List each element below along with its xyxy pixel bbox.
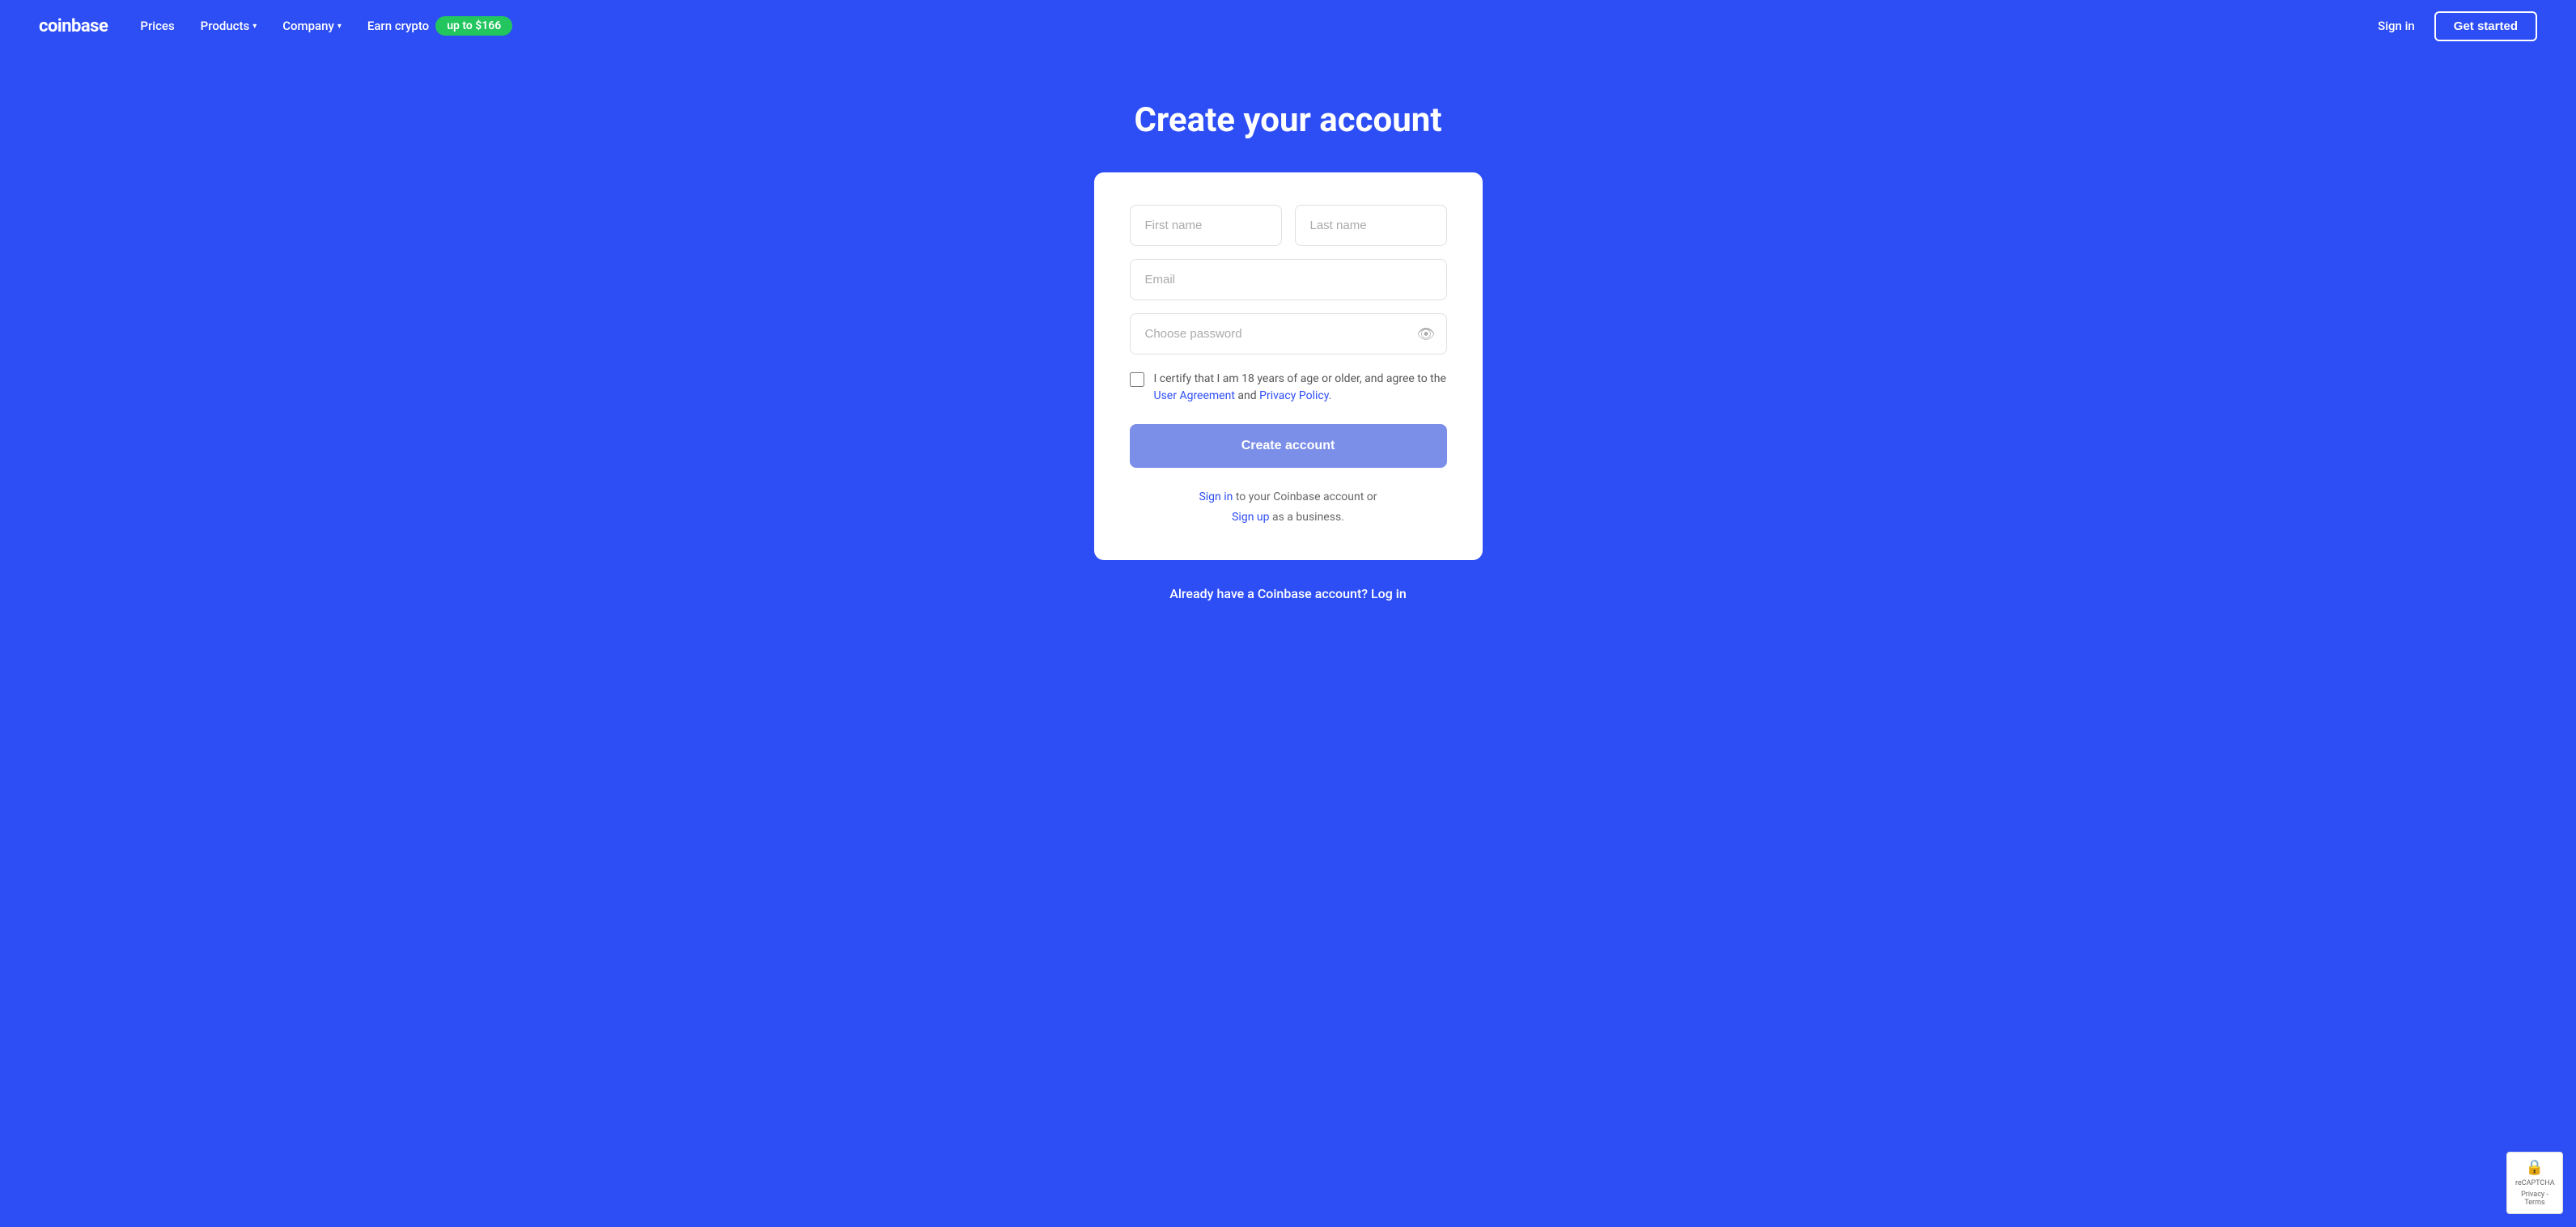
create-account-button[interactable]: Create account <box>1130 424 1447 468</box>
navbar-right: Sign in Get started <box>2378 11 2537 41</box>
email-input[interactable] <box>1130 259 1447 300</box>
chevron-down-icon: ▾ <box>253 22 257 31</box>
password-row: 👁 <box>1130 313 1447 355</box>
signup-form-card: 👁 I certify that I am 18 years of age or… <box>1094 172 1483 560</box>
form-footer: Sign in to your Coinbase account or Sign… <box>1130 487 1447 528</box>
privacy-policy-link[interactable]: Privacy Policy <box>1259 389 1328 402</box>
recaptcha-subtext: Privacy - Terms <box>2515 1191 2554 1207</box>
nav-products[interactable]: Products ▾ <box>201 19 257 33</box>
password-toggle-icon[interactable]: 👁 <box>1417 325 1436 342</box>
footer-signup-link[interactable]: Sign up <box>1232 511 1269 524</box>
email-row <box>1130 259 1447 300</box>
earn-crypto-amount: up to $166 <box>435 16 512 36</box>
chevron-down-icon: ▾ <box>337 22 342 31</box>
bottom-login-text[interactable]: Already have a Coinbase account? Log in <box>1169 586 1407 601</box>
signin-link[interactable]: Sign in <box>2378 19 2415 33</box>
terms-checkbox-row: I certify that I am 18 years of age or o… <box>1130 371 1447 405</box>
nav-prices[interactable]: Prices <box>140 19 174 33</box>
navbar: coinbase Prices Products ▾ Company ▾ Ear… <box>0 0 2576 52</box>
main-content: Create your account 👁 I certify that I a… <box>0 52 2576 601</box>
terms-label: I certify that I am 18 years of age or o… <box>1154 371 1446 405</box>
nav-company[interactable]: Company ▾ <box>282 19 342 33</box>
get-started-button[interactable]: Get started <box>2434 11 2537 41</box>
terms-checkbox[interactable] <box>1130 372 1144 387</box>
footer-signin-link[interactable]: Sign in <box>1199 490 1233 503</box>
first-name-input[interactable] <box>1130 205 1282 246</box>
signup-footer-row: Sign up as a business. <box>1130 507 1447 528</box>
nav-links: Prices Products ▾ Company ▾ Earn crypto … <box>140 16 512 36</box>
password-input[interactable] <box>1130 313 1447 355</box>
signin-footer-row: Sign in to your Coinbase account or <box>1130 487 1447 507</box>
page-title: Create your account <box>1134 100 1441 140</box>
earn-crypto-badge[interactable]: Earn crypto up to $166 <box>367 16 512 36</box>
recaptcha-label: reCAPTCHA <box>2515 1179 2554 1187</box>
navbar-left: coinbase Prices Products ▾ Company ▾ Ear… <box>39 16 512 36</box>
recaptcha-badge: 🔒 reCAPTCHA Privacy - Terms <box>2506 1152 2563 1214</box>
last-name-input[interactable] <box>1295 205 1447 246</box>
earn-crypto-label: Earn crypto <box>367 19 429 33</box>
logo[interactable]: coinbase <box>39 16 108 36</box>
user-agreement-link[interactable]: User Agreement <box>1154 389 1235 402</box>
name-row <box>1130 205 1447 246</box>
recaptcha-logo: 🔒 <box>2515 1159 2554 1176</box>
